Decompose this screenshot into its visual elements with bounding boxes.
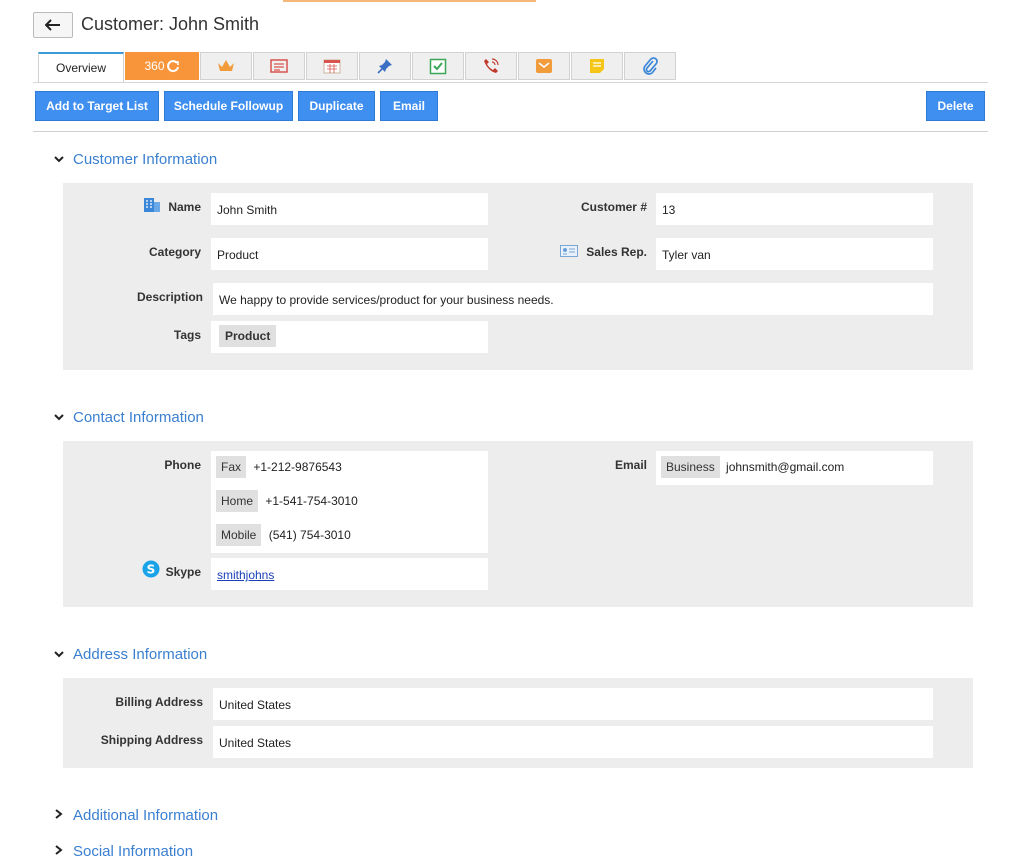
tag-chip[interactable]: Product <box>219 325 277 347</box>
tab-tasks[interactable] <box>412 52 464 80</box>
address-info-title: Address Information <box>73 646 208 663</box>
top-accent-line <box>283 0 536 2</box>
paperclip-icon <box>643 57 658 75</box>
phone-number[interactable]: +1-212-9876543 <box>253 460 341 474</box>
chevron-down-icon <box>53 648 67 662</box>
customer-info-header[interactable]: Customer Information <box>53 151 217 168</box>
description-label: Description <box>136 290 203 304</box>
schedule-followup-button[interactable]: Schedule Followup <box>164 91 293 121</box>
contact-info-title: Contact Information <box>73 409 204 426</box>
customer-number-label: Customer # <box>580 200 647 214</box>
phone-call-icon <box>484 58 499 73</box>
phone-field-group[interactable]: Fax +1-212-9876543 Home +1-541-754-3010 … <box>211 451 488 553</box>
customer-info-panel: Name John Smith Customer # 13 Category P… <box>63 183 973 370</box>
address-info-panel: Billing Address United States Shipping A… <box>63 678 973 768</box>
phone-type-badge: Mobile <box>216 524 262 546</box>
customer-number-field[interactable]: 13 <box>656 193 933 225</box>
name-label: Name <box>168 200 201 214</box>
phone-number[interactable]: +1-541-754-3010 <box>265 494 357 508</box>
additional-info-title: Additional Information <box>73 807 219 824</box>
phone-label: Phone <box>164 458 201 472</box>
shipping-address-field[interactable]: United States <box>213 726 933 758</box>
category-field[interactable]: Product <box>211 238 488 270</box>
back-button[interactable] <box>33 12 73 38</box>
sales-rep-field[interactable]: Tyler van <box>656 238 933 270</box>
social-info-title: Social Information <box>73 843 194 860</box>
tab-crown[interactable] <box>200 52 252 80</box>
invoice-icon <box>270 59 288 73</box>
category-label: Category <box>148 245 201 259</box>
skype-link[interactable]: smithjohns <box>217 568 274 582</box>
tab-notes[interactable] <box>571 52 623 80</box>
address-info-header[interactable]: Address Information <box>53 646 207 663</box>
tab-emails[interactable] <box>518 52 570 80</box>
add-to-target-list-button[interactable]: Add to Target List <box>35 91 159 121</box>
pin-icon <box>377 59 392 74</box>
billing-address-field[interactable]: United States <box>213 688 933 720</box>
name-field[interactable]: John Smith <box>211 193 488 225</box>
email-field[interactable]: Business johnsmith@gmail.com <box>656 451 933 485</box>
description-field[interactable]: We happy to provide services/product for… <box>213 283 933 315</box>
tab-360-label: 360 <box>144 59 165 73</box>
page-title: Customer: John Smith <box>81 14 260 34</box>
chevron-down-icon <box>53 411 67 425</box>
additional-info-header[interactable]: Additional Information <box>53 807 218 824</box>
crown-icon <box>218 60 234 71</box>
toolbar-divider <box>33 131 988 132</box>
tab-calendar[interactable] <box>306 52 358 80</box>
contact-info-panel: Phone Fax +1-212-9876543 Home +1-541-754… <box>63 441 973 607</box>
tags-field[interactable]: Product <box>211 321 488 353</box>
tab-360[interactable]: 360 <box>125 52 199 80</box>
tab-overview[interactable]: Overview <box>38 52 124 82</box>
email-icon <box>536 59 552 73</box>
customer-info-title: Customer Information <box>73 151 218 168</box>
email-value[interactable]: johnsmith@gmail.com <box>726 460 844 474</box>
tags-label: Tags <box>173 328 201 342</box>
task-check-icon <box>429 58 447 75</box>
phone-type-badge: Fax <box>216 456 247 478</box>
billing-address-label: Billing Address <box>115 695 203 709</box>
tab-attachments[interactable] <box>624 52 676 80</box>
email-button[interactable]: Email <box>380 91 438 121</box>
phone-number[interactable]: (541) 754-3010 <box>269 528 351 542</box>
svg-text:S: S <box>147 563 156 577</box>
tab-bar: Overview 360 <box>38 52 677 82</box>
shipping-address-label: Shipping Address <box>100 733 203 747</box>
back-arrow-icon <box>45 19 60 31</box>
contact-info-header[interactable]: Contact Information <box>53 409 204 426</box>
sticky-note-icon <box>590 59 604 73</box>
phone-row: Mobile (541) 754-3010 <box>216 524 351 546</box>
skype-label: Skype <box>165 565 201 579</box>
tab-invoice[interactable] <box>253 52 305 80</box>
refresh-icon <box>166 60 179 73</box>
tab-divider <box>33 82 988 83</box>
tab-calls[interactable] <box>465 52 517 80</box>
skype-field: smithjohns <box>211 558 488 590</box>
phone-row: Home +1-541-754-3010 <box>216 490 358 512</box>
chevron-down-icon <box>53 153 67 167</box>
tab-pin[interactable] <box>359 52 411 80</box>
email-label: Email <box>614 458 647 472</box>
calendar-icon <box>323 59 341 74</box>
skype-icon: S <box>142 560 160 583</box>
chevron-right-icon <box>53 808 67 823</box>
chevron-right-icon <box>53 844 67 859</box>
social-info-header[interactable]: Social Information <box>53 843 193 860</box>
email-type-badge: Business <box>661 456 720 478</box>
phone-type-badge: Home <box>216 490 259 512</box>
sales-rep-label: Sales Rep. <box>586 245 647 259</box>
phone-row: Fax +1-212-9876543 <box>216 456 342 478</box>
duplicate-button[interactable]: Duplicate <box>298 91 375 121</box>
delete-button[interactable]: Delete <box>926 91 985 121</box>
